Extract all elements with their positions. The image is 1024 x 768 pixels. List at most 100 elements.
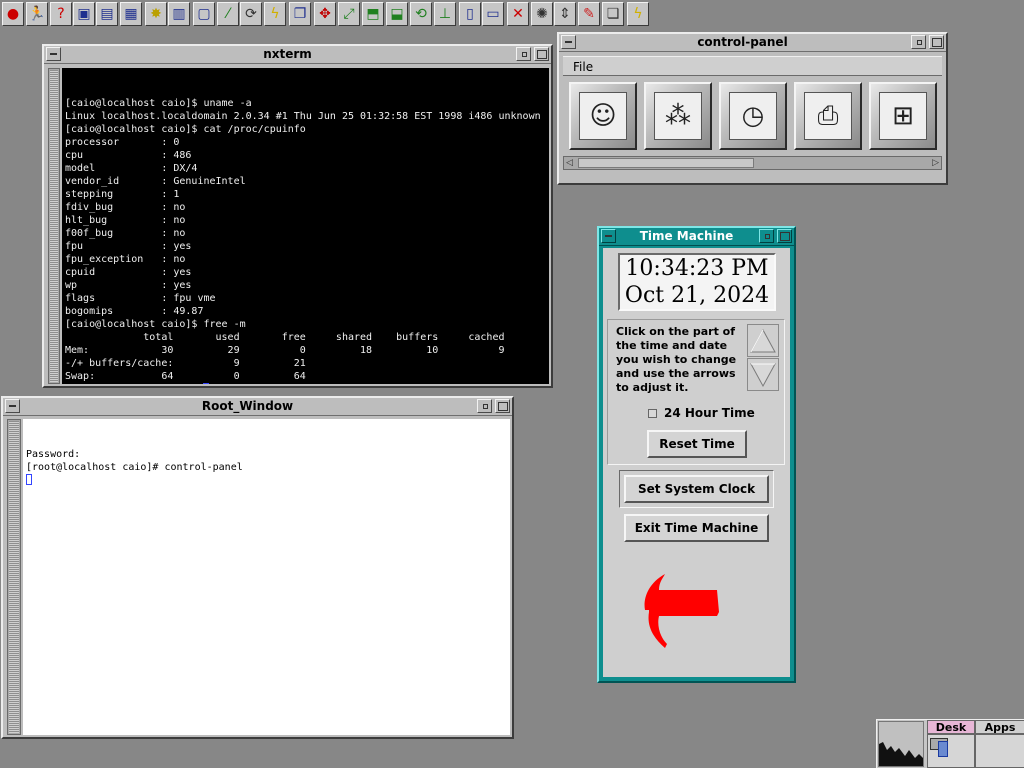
maximize-button[interactable] — [495, 399, 510, 413]
toolbar-button[interactable]: ▣ — [73, 2, 95, 26]
window-menu-button[interactable] — [601, 229, 616, 243]
window-icon: ▣ — [77, 6, 91, 22]
terminal-prompt-line — [26, 474, 510, 487]
scrollbar-thumb[interactable] — [578, 158, 754, 168]
toolbar-button[interactable]: ▤ — [96, 2, 118, 26]
time-display[interactable]: 10:34:23 PM — [620, 255, 774, 282]
toolbar-button[interactable]: ✎ — [578, 2, 600, 26]
hour24-checkbox[interactable] — [648, 408, 657, 418]
maximize-button[interactable] — [534, 47, 549, 61]
minimize-button[interactable] — [516, 47, 531, 61]
toolbar-button[interactable]: ▦ — [120, 2, 142, 26]
refresh-icon: ⟳ — [245, 6, 257, 22]
reset-time-button[interactable]: Reset Time — [647, 430, 747, 458]
root-window: Root_Window Password: [root@localhost cai… — [1, 396, 514, 739]
terminal-line: fpu : yes — [65, 241, 192, 252]
toolbar-button[interactable]: ✺ — [531, 2, 553, 26]
brush-icon: ⁄ — [226, 6, 230, 22]
terminal-line: Swap: 64 0 64 — [65, 371, 306, 382]
terminal-line: cpu : 486 — [65, 150, 192, 161]
exit-time-machine-button[interactable]: Exit Time Machine — [624, 514, 769, 542]
pager-thumbnail[interactable] — [878, 721, 924, 767]
nxterm-titlebar[interactable]: nxterm — [44, 46, 551, 64]
toolbar-button[interactable]: ▢ — [193, 2, 215, 26]
control-panel-titlebar[interactable]: control-panel — [559, 34, 946, 52]
terminal-line: total used free shared buffers cached — [65, 332, 505, 343]
terminal-line: flags : fpu vme — [65, 293, 216, 304]
control-panel-launcher[interactable]: ⊞ — [869, 82, 937, 150]
nxterm-scrollbar[interactable] — [48, 68, 60, 384]
toolbar-button[interactable]: ⤢ — [338, 2, 360, 26]
control-panel-hscrollbar[interactable]: ◁ ▷ — [563, 156, 942, 170]
time-machine-logo-icon — [644, 574, 719, 648]
toolbar-button[interactable]: ⟳ — [240, 2, 262, 26]
toolbar-button[interactable]: ϟ — [627, 2, 649, 26]
window-menu-button[interactable] — [5, 399, 20, 413]
minimize-button[interactable] — [911, 35, 926, 49]
time-machine-titlebar[interactable]: Time Machine — [599, 228, 794, 246]
toolbar-button[interactable]: ▥ — [168, 2, 190, 26]
toolbar-button[interactable]: 🏃 — [26, 2, 48, 26]
toolbar-button[interactable]: ⇕ — [554, 2, 576, 26]
toolbar-button[interactable]: ▯ — [459, 2, 481, 26]
pager-tab-apps[interactable]: Apps — [975, 720, 1024, 734]
minimize-button[interactable] — [477, 399, 492, 413]
terminal-line: f00f_bug : no — [65, 228, 186, 239]
control-panel-launcher[interactable]: ◷ — [719, 82, 787, 150]
scrollbar-thumb[interactable] — [9, 421, 19, 733]
control-panel-launcher[interactable]: ⁂ — [644, 82, 712, 150]
toolbar-button[interactable]: ✥ — [314, 2, 336, 26]
nxterm-terminal[interactable]: [caio@localhost caio]$ uname -a Linux loc… — [62, 68, 549, 384]
lightning-icon: ϟ — [270, 6, 280, 22]
clock-display[interactable]: 10:34:23 PM Oct 21, 2024 — [618, 253, 776, 311]
toolbar-button[interactable]: ? — [50, 2, 72, 26]
maximize-horizontal-icon: ▭ — [486, 6, 500, 22]
root-window-scrollbar[interactable] — [7, 419, 21, 735]
terminal-line: processor : 0 — [65, 137, 180, 148]
scroll-right-icon[interactable]: ▷ — [932, 157, 939, 169]
network-icon: ⊞ — [879, 92, 927, 140]
terminal-line: [root@localhost caio]# control-panel — [26, 462, 243, 473]
window-menu-button[interactable] — [46, 47, 61, 61]
terminal-prompt-line: [caio@localhost caio]$ — [65, 383, 549, 384]
window-menu-button[interactable] — [561, 35, 576, 49]
root-window-terminal[interactable]: Password: [root@localhost caio]# control-… — [23, 419, 510, 735]
toolbar-button[interactable]: ✕ — [507, 2, 529, 26]
control-panel-launcher[interactable]: ⎙ — [794, 82, 862, 150]
decrement-button[interactable] — [747, 358, 779, 391]
maximize-button[interactable] — [929, 35, 944, 49]
toolbar-button[interactable]: ✸ — [145, 2, 167, 26]
set-system-clock-button[interactable]: Set System Clock — [624, 475, 769, 503]
toolbar-button[interactable]: ▭ — [482, 2, 504, 26]
hour24-toggle[interactable]: 24 Hour Time — [648, 406, 755, 420]
toolbar-button[interactable]: ⊥ — [434, 2, 456, 26]
pager-desk-view[interactable] — [927, 734, 975, 768]
scrollbar-thumb[interactable] — [50, 70, 58, 382]
pencil-icon: ✎ — [583, 6, 595, 22]
toolbar-button[interactable]: ● — [2, 2, 24, 26]
menu-file[interactable]: File — [573, 60, 593, 74]
toolbar-button[interactable]: ❐ — [289, 2, 311, 26]
root-window-titlebar[interactable]: Root_Window — [3, 398, 512, 416]
increment-button[interactable] — [747, 324, 779, 357]
toolbar-button[interactable]: ❏ — [602, 2, 624, 26]
date-display[interactable]: Oct 21, 2024 — [620, 282, 774, 309]
maximize-button[interactable] — [777, 229, 792, 243]
table-icon: ▥ — [172, 6, 186, 22]
pager-apps-view[interactable] — [975, 734, 1024, 768]
power-icon: ϟ — [633, 6, 643, 22]
toolbar-button[interactable]: ϟ — [264, 2, 286, 26]
toolbar-button[interactable]: ⬓ — [386, 2, 408, 26]
windows-stack-icon: ❐ — [293, 6, 307, 22]
scroll-left-icon[interactable]: ◁ — [566, 157, 573, 169]
pager-tab-desk[interactable]: Desk — [927, 720, 975, 734]
toolbar-button[interactable]: ⬒ — [362, 2, 384, 26]
system-services-icon: ⁂ — [654, 92, 702, 140]
toolbar-button[interactable]: ⟲ — [410, 2, 432, 26]
terminal-line: cpuid : yes — [65, 267, 192, 278]
minimize-button[interactable] — [759, 229, 774, 243]
control-panel-launcher[interactable]: ☺ — [569, 82, 637, 150]
adjust-panel: Click on the part of the time and date y… — [607, 319, 785, 465]
help-icon: ? — [57, 6, 65, 22]
toolbar-button[interactable]: ⁄ — [217, 2, 239, 26]
